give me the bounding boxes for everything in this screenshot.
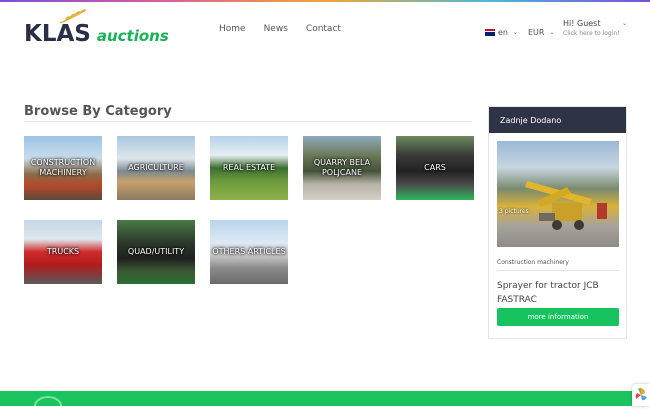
chevron-down-icon: ⌄: [549, 29, 555, 36]
category-construction-machinery[interactable]: CONSTRUCTION MACHINERY: [24, 136, 102, 200]
currency-selector[interactable]: EUR ⌄: [528, 28, 555, 37]
latest-item-image[interactable]: [497, 141, 619, 247]
logo-main-text: KLAS: [24, 21, 91, 47]
category-label: AGRICULTURE: [128, 163, 184, 172]
more-information-button[interactable]: more information: [497, 308, 619, 326]
latest-item-category: Construction machinery: [497, 259, 569, 266]
site-footer: [0, 391, 650, 406]
nav-news[interactable]: News: [264, 24, 288, 34]
latest-added-panel: Zadnje Dodano 3 pictures Construction ma…: [488, 106, 627, 339]
user-greeting: Hi! Guest: [563, 19, 601, 28]
category-others-articles[interactable]: OTHERS ARTICLES: [210, 220, 288, 284]
category-label: TRUCKS: [46, 247, 80, 256]
pictures-count: 3 pictures: [499, 208, 529, 215]
footer-decoration: [34, 396, 62, 416]
language-value: en: [498, 28, 508, 37]
currency-value: EUR: [528, 28, 545, 37]
chevron-down-icon[interactable]: ⌄: [622, 20, 627, 27]
category-quarry[interactable]: QUARRY BELA POLJCANE: [303, 136, 381, 200]
uk-flag-icon: [485, 29, 495, 36]
category-label: CONSTRUCTION MACHINERY: [30, 158, 96, 177]
panel-heading: Zadnje Dodano: [489, 107, 626, 133]
divider: [497, 270, 619, 271]
site-logo[interactable]: KLAS auctions: [24, 16, 169, 46]
category-label: QUAD/UTILITY: [127, 247, 185, 256]
category-label: QUARRY BELA POLJCANE: [313, 158, 371, 177]
wheat-icon: [59, 9, 87, 24]
category-trucks[interactable]: TRUCKS: [24, 220, 102, 284]
section-divider: [24, 121, 472, 122]
chat-widget-button[interactable]: [632, 384, 650, 406]
category-label: OTHERS ARTICLES: [212, 247, 286, 256]
language-selector[interactable]: en ⌄: [485, 28, 518, 37]
category-quad-utility[interactable]: QUAD/UTILITY: [117, 220, 195, 284]
chevron-down-icon: ⌄: [513, 29, 519, 36]
sprayer-illustration: [525, 181, 607, 230]
site-header: KLAS auctions Home News Contact en ⌄ EUR…: [0, 2, 650, 60]
section-title: Browse By Category: [24, 104, 172, 119]
category-agriculture[interactable]: AGRICULTURE: [117, 136, 195, 200]
category-label: REAL ESTATE: [222, 163, 276, 172]
category-cars[interactable]: CARS: [396, 136, 474, 200]
category-real-estate[interactable]: REAL ESTATE: [210, 136, 288, 200]
category-label: CARS: [424, 163, 446, 172]
nav-home[interactable]: Home: [219, 24, 246, 34]
nav-contact[interactable]: Contact: [306, 24, 341, 34]
pinwheel-icon: [635, 387, 647, 401]
logo-sub-text: auctions: [96, 27, 169, 45]
user-menu[interactable]: Hi! Guest Click here to login!: [563, 19, 620, 37]
login-link[interactable]: Click here to login!: [563, 30, 620, 37]
latest-item-title[interactable]: Sprayer for tractor JCB FASTRAC: [497, 279, 621, 307]
main-nav: Home News Contact: [219, 24, 359, 34]
